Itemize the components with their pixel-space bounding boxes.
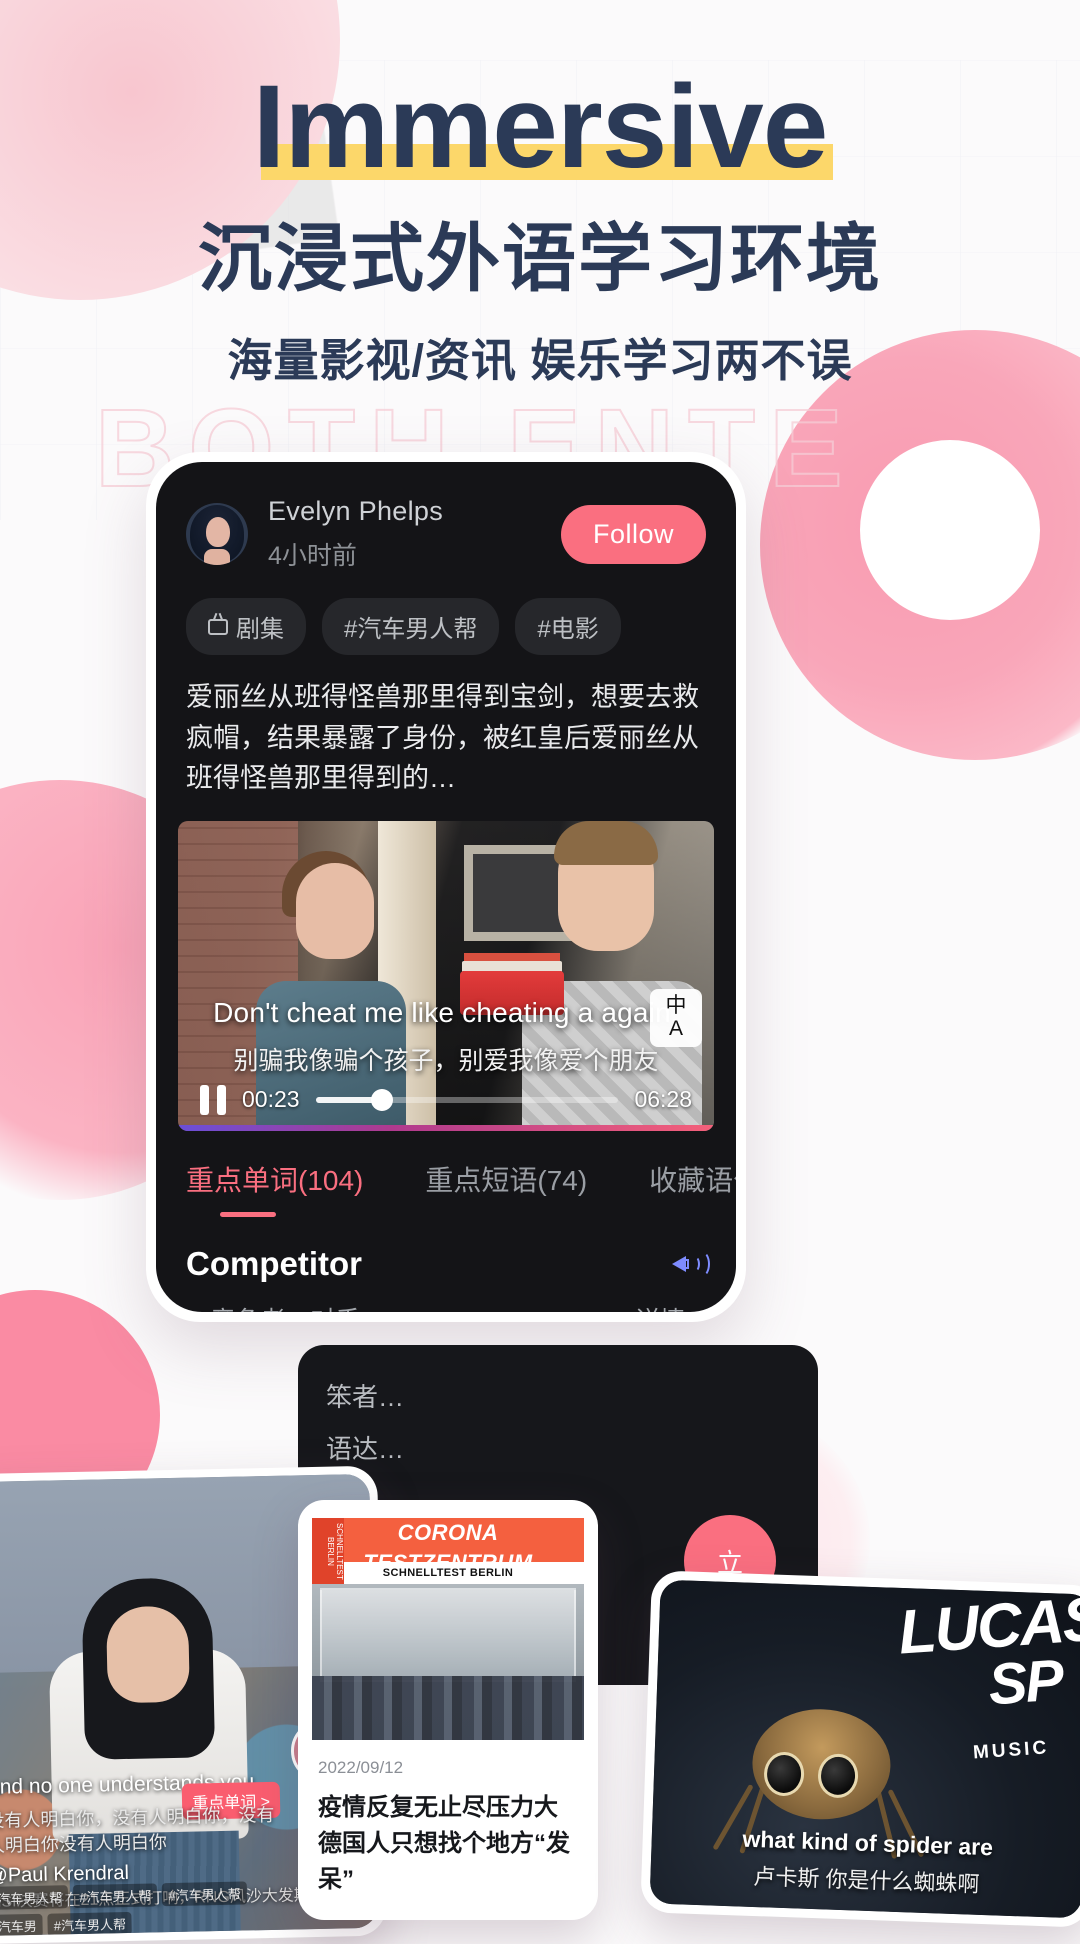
word-details-link[interactable]: 详情 xyxy=(635,1301,709,1313)
video-subtitle-english: Don't cheat me like cheating a again. xyxy=(213,996,679,1028)
news-storefront-glass xyxy=(320,1588,576,1682)
avatar-neck xyxy=(204,549,230,565)
word-title: Competitor xyxy=(186,1244,362,1282)
page-title-text: Immersive xyxy=(252,61,829,193)
tag-series-label: 剧集 xyxy=(236,616,284,643)
tag-cars-label: #汽车男人帮 xyxy=(344,616,478,643)
pause-button[interactable] xyxy=(200,1084,226,1115)
video-controls: 00:23 06:28 xyxy=(178,1084,714,1115)
language-toggle-bottom: A xyxy=(668,1016,683,1040)
news-thumbnail: CORONA TESTZENTRUM SCHNELLTEST BERLIN SC… xyxy=(312,1518,584,1740)
chevron-right-icon xyxy=(692,1310,709,1312)
tag-cars[interactable]: #汽车男人帮 xyxy=(322,598,500,655)
post-tag-list: 剧集 #汽车男人帮 #电影 xyxy=(156,572,736,655)
list-item[interactable]: #汽车男人帮 xyxy=(162,1881,247,1907)
news-side-label: SCHNELLTEST BERLIN xyxy=(312,1518,344,1584)
bg-line-2: 语达… xyxy=(326,1434,405,1464)
bg-line-1: 笨者… xyxy=(326,1382,405,1412)
video-player[interactable]: Don't cheat me like cheating a again. 别骗… xyxy=(178,820,714,1131)
news-crowd xyxy=(312,1676,584,1740)
blob-white-right xyxy=(860,440,1040,620)
page-title: Immersive xyxy=(253,68,834,186)
page-tagline: 海量影视/资讯 娱乐学习两不误 xyxy=(227,334,853,386)
news-card[interactable]: CORONA TESTZENTRUM SCHNELLTEST BERLIN SC… xyxy=(298,1500,598,1920)
tab-active-underline xyxy=(220,1211,276,1217)
hero-section: Immersive 沉浸式外语学习环境 海量影视/资讯 娱乐学习两不误 xyxy=(0,0,1080,389)
news-banner-subtext: SCHNELLTEST BERLIN xyxy=(312,1562,584,1584)
news-banner: CORONA TESTZENTRUM xyxy=(312,1518,584,1575)
list-item[interactable]: #汽车男 xyxy=(0,1913,44,1937)
news-date: 2022/09/12 xyxy=(318,1758,404,1777)
total-time-label: 06:28 xyxy=(634,1086,692,1112)
tag-series[interactable]: 剧集 xyxy=(186,598,306,655)
speaker-icon[interactable] xyxy=(672,1250,710,1278)
video-man-hair xyxy=(554,820,658,865)
progress-knob[interactable] xyxy=(371,1088,394,1111)
tag-movie[interactable]: #电影 xyxy=(515,598,621,655)
spider-video-inner: LUCAS SP MUSIC what kind of spider are 卢… xyxy=(649,1579,1080,1919)
word-details-label: 详情 xyxy=(635,1301,685,1313)
avatar[interactable] xyxy=(186,503,248,565)
current-time-label: 00:23 xyxy=(242,1086,300,1112)
post-author-name: Evelyn Phelps xyxy=(268,496,443,526)
avatar-face xyxy=(206,517,230,547)
tv-icon xyxy=(208,618,228,635)
list-item[interactable]: #汽车男人帮 xyxy=(72,1883,158,1909)
spider-video-card[interactable]: LUCAS SP MUSIC what kind of spider are 卢… xyxy=(640,1570,1080,1928)
phone-mockup: Evelyn Phelps 4小时前 Follow 剧集 #汽车男人帮 #电影 … xyxy=(146,452,746,1322)
post-header: Evelyn Phelps 4小时前 Follow xyxy=(156,462,736,572)
page-subtitle: 沉浸式外语学习环境 xyxy=(198,217,882,300)
news-title: 疫情反复无止尽压力大 德国人只想找个地方“发呆” xyxy=(318,1794,570,1893)
table-row[interactable]: Competitor v. 竞争者，对手； 详情 xyxy=(186,1244,710,1313)
person-face xyxy=(105,1605,190,1704)
video-woman-head xyxy=(296,862,374,959)
spider-logo: LUCAS SP xyxy=(897,1585,1080,1719)
tab-key-words[interactable]: 重点单词(104) xyxy=(186,1159,363,1199)
language-toggle-top: 中 xyxy=(665,994,687,1018)
phone-screen: Evelyn Phelps 4小时前 Follow 剧集 #汽车男人帮 #电影 … xyxy=(156,462,736,1312)
list-item[interactable]: #汽车男人帮 xyxy=(47,1911,133,1937)
word-row-top: Competitor xyxy=(186,1244,710,1283)
post-description: 爱丽丝从班得怪兽那里得到宝剑，想要去救疯帽，结果暴露了身份，被红皇后爱丽丝从班得… xyxy=(186,682,699,793)
news-body: To help solve the issue of long office h… xyxy=(298,1898,598,1920)
list-item[interactable]: #汽车男人帮 xyxy=(0,1885,69,1910)
tab-saved-sentences[interactable]: 收藏语句 xyxy=(649,1159,736,1199)
short-video-subtitle-cn: 没有人明白你，没有人明白你，没有人明白你没有人明白你 xyxy=(0,1805,275,1856)
tab-key-phrases[interactable]: 重点短语(74) xyxy=(425,1159,587,1199)
word-tabs: 重点单词(104) 重点短语(74) 收藏语句 xyxy=(156,1131,736,1217)
progress-bar[interactable] xyxy=(315,1088,619,1111)
follow-button[interactable]: Follow xyxy=(560,504,706,564)
post-timestamp: 4小时前 xyxy=(268,542,357,570)
language-toggle-button[interactable]: 中 A xyxy=(650,988,702,1047)
short-video-tags: #汽车男人帮 #汽车男人帮 #汽车男人帮 #汽车男 #汽车男人帮 xyxy=(0,1881,289,1937)
word-row-bottom: v. 竞争者，对手； 详情 xyxy=(186,1301,709,1313)
word-definition: v. 竞争者，对手； xyxy=(186,1301,386,1313)
post-author-block: Evelyn Phelps 4小时前 xyxy=(268,496,561,572)
video-subtitle-chinese: 别骗我像骗个孩子，别爱我像爱个朋友 xyxy=(233,1046,659,1075)
tag-movie-label: #电影 xyxy=(537,616,599,643)
